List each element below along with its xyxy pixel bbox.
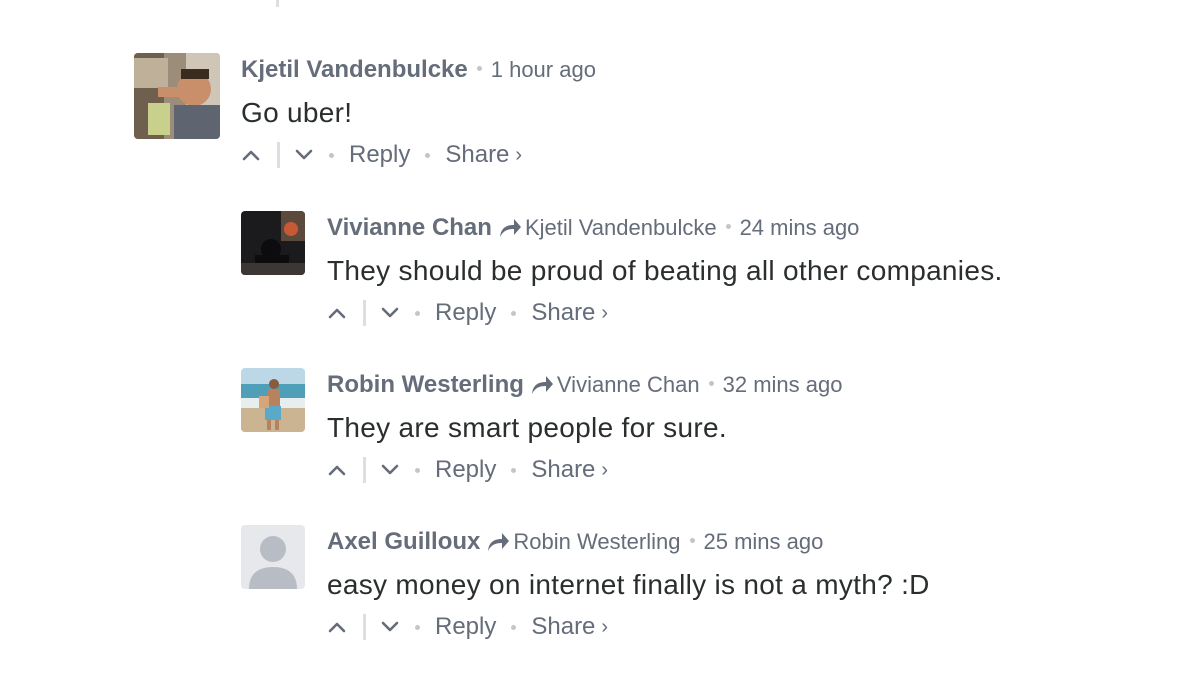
avatar-photo xyxy=(134,53,220,139)
reply-button[interactable]: Reply xyxy=(435,296,496,330)
reply-arrow-icon xyxy=(486,529,510,551)
chevron-right-icon: › xyxy=(515,143,523,166)
upvote-icon[interactable] xyxy=(241,145,261,165)
upvote-icon[interactable] xyxy=(327,460,347,480)
downvote-icon[interactable] xyxy=(294,145,314,165)
share-label: Share xyxy=(531,612,596,640)
reply-arrow-icon xyxy=(530,372,554,394)
share-button[interactable]: Share › xyxy=(531,453,608,488)
reply-to-author[interactable]: Kjetil Vandenbulcke xyxy=(525,215,717,240)
downvote-icon[interactable] xyxy=(380,617,400,637)
downvote-icon[interactable] xyxy=(380,460,400,480)
upvote-icon[interactable] xyxy=(327,303,347,323)
comment-text: They are smart people for sure. xyxy=(327,412,727,443)
share-label: Share xyxy=(445,140,510,168)
comment-timestamp[interactable]: 25 mins ago xyxy=(704,529,824,554)
comment-timestamp[interactable]: 24 mins ago xyxy=(740,215,860,240)
comment-actions: Reply Share › xyxy=(327,610,930,644)
share-label: Share xyxy=(531,298,596,326)
avatar[interactable] xyxy=(241,525,305,589)
share-label: Share xyxy=(531,455,596,483)
comment-actions: Reply Share › xyxy=(327,453,842,487)
avatar-photo xyxy=(241,368,305,432)
comment-author[interactable]: Vivianne Chan xyxy=(327,214,492,241)
vote-separator xyxy=(363,300,366,326)
reply-to-author[interactable]: Vivianne Chan xyxy=(557,372,700,397)
chevron-right-icon: › xyxy=(601,301,609,324)
comment-text: easy money on internet finally is not a … xyxy=(327,569,930,600)
default-avatar-icon xyxy=(241,525,305,589)
share-button[interactable]: Share › xyxy=(445,138,522,173)
previous-comment-actions xyxy=(240,0,295,7)
downvote-icon[interactable] xyxy=(380,303,400,323)
vote-separator xyxy=(363,457,366,483)
avatar[interactable] xyxy=(134,53,220,139)
comment-author[interactable]: Robin Westerling xyxy=(327,371,524,398)
reply-button[interactable]: Reply xyxy=(435,610,496,644)
comment-author[interactable]: Kjetil Vandenbulcke xyxy=(241,56,468,83)
reply-button[interactable]: Reply xyxy=(435,453,496,487)
comment-actions: Reply Share › xyxy=(327,296,1003,330)
upvote-icon[interactable] xyxy=(327,617,347,637)
avatar[interactable] xyxy=(241,211,305,275)
share-button[interactable]: Share › xyxy=(531,610,608,645)
comment-text: Go uber! xyxy=(241,97,353,128)
vote-separator xyxy=(277,142,280,168)
comment-timestamp[interactable]: 32 mins ago xyxy=(723,372,843,397)
vote-separator xyxy=(276,0,279,7)
chevron-right-icon: › xyxy=(601,615,609,638)
vote-separator xyxy=(363,614,366,640)
reply-arrow-icon xyxy=(498,215,522,237)
share-button[interactable]: Share › xyxy=(531,296,608,331)
avatar-photo xyxy=(241,211,305,275)
comment-author[interactable]: Axel Guilloux xyxy=(327,528,480,555)
reply-to-author[interactable]: Robin Westerling xyxy=(513,529,680,554)
comment-actions: Reply Share › xyxy=(241,138,596,172)
chevron-right-icon: › xyxy=(601,458,609,481)
comment-timestamp[interactable]: 1 hour ago xyxy=(491,57,596,82)
reply-button[interactable]: Reply xyxy=(349,138,410,172)
avatar[interactable] xyxy=(241,368,305,432)
comment-text: They should be proud of beating all othe… xyxy=(327,255,1003,286)
